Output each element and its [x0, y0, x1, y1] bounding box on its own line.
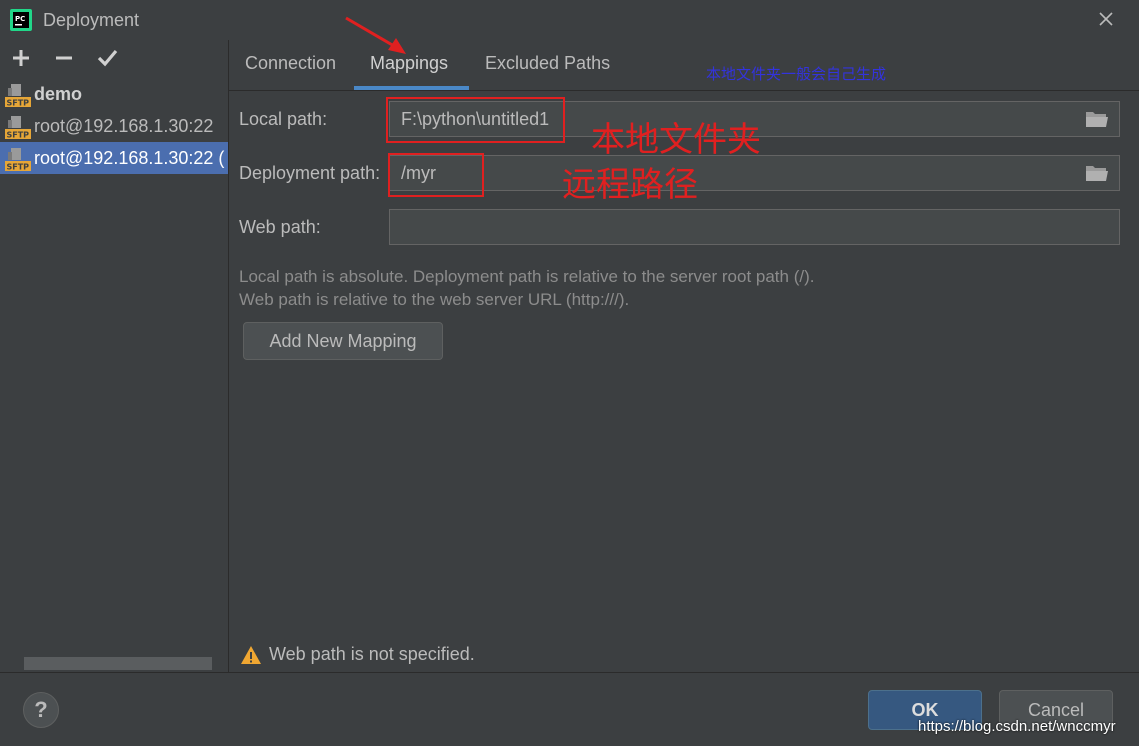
red-highlight-box: [386, 97, 565, 143]
help-button[interactable]: ?: [23, 692, 59, 728]
watermark: https://blog.csdn.net/wnccmyr: [918, 718, 1116, 735]
svg-text:SFTP: SFTP: [7, 163, 30, 172]
hint-line-2: Web path is relative to the web server U…: [239, 290, 630, 309]
deployment-path-field[interactable]: /myr: [389, 155, 1120, 191]
deployment-path-label: Deployment path:: [239, 163, 381, 183]
red-annotation-remote: 远程路径: [562, 166, 698, 204]
svg-text:PC: PC: [15, 15, 25, 23]
active-tab-indicator: [354, 86, 469, 90]
warning-icon: [241, 646, 261, 664]
red-annotation-local: 本地文件夹: [591, 121, 761, 159]
server-item-label: demo: [34, 84, 83, 104]
plus-icon[interactable]: [10, 47, 32, 69]
pycharm-app-icon: PC: [10, 9, 32, 31]
minus-icon[interactable]: [53, 47, 75, 69]
folder-icon[interactable]: [1085, 163, 1109, 183]
server-item-demo[interactable]: SFTP demo: [0, 78, 228, 110]
horizontal-scrollbar[interactable]: [24, 657, 212, 670]
close-icon[interactable]: [1094, 6, 1118, 32]
server-item-label: root@192.168.1.30:22: [34, 116, 214, 136]
server-item-label: root@192.168.1.30:22 (: [34, 148, 225, 168]
check-icon[interactable]: [96, 47, 118, 69]
red-arrow-annotation: [345, 16, 406, 54]
web-path-field[interactable]: [389, 209, 1120, 245]
sftp-icon: SFTP: [5, 116, 31, 140]
tab-connection[interactable]: Connection: [245, 53, 336, 74]
local-path-label: Local path:: [239, 109, 328, 129]
server-item-root-2[interactable]: SFTP root@192.168.1.30:22 (: [0, 142, 228, 174]
sftp-icon: SFTP: [5, 148, 31, 172]
red-highlight-box: [388, 153, 484, 197]
window-title: Deployment: [43, 10, 140, 30]
warning-text: Web path is not specified.: [269, 644, 475, 664]
blue-annotation-note: 本地文件夹一般会自己生成: [706, 66, 887, 83]
hint-line-1: Local path is absolute. Deployment path …: [239, 267, 815, 286]
add-new-mapping-button[interactable]: Add New Mapping: [243, 322, 443, 360]
server-list-panel: SFTP demo SFTP root@192.168.1.30:22 SFTP…: [0, 40, 229, 672]
svg-text:SFTP: SFTP: [7, 131, 30, 140]
title-bar: PC Deployment: [0, 0, 1139, 40]
divider: [0, 672, 1139, 673]
tab-excluded-paths[interactable]: Excluded Paths: [485, 53, 610, 74]
server-item-root-1[interactable]: SFTP root@192.168.1.30:22: [0, 110, 228, 142]
sftp-icon: SFTP: [5, 84, 31, 108]
folder-icon[interactable]: [1085, 109, 1109, 129]
web-path-label: Web path:: [239, 217, 321, 237]
svg-text:SFTP: SFTP: [7, 99, 30, 108]
